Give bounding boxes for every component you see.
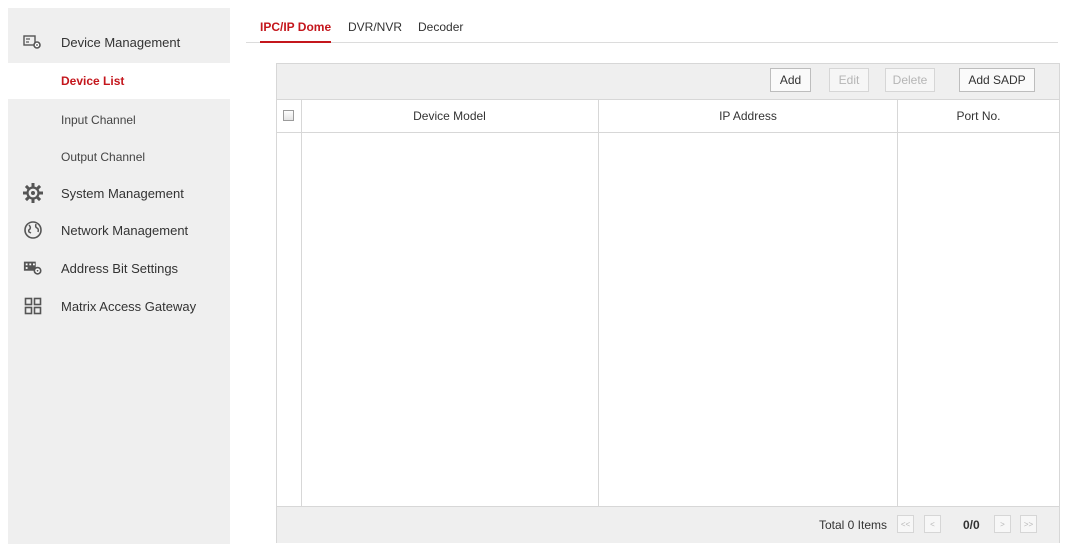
column-ip-address[interactable]: IP Address: [599, 100, 897, 132]
nav-network-management[interactable]: Network Management: [8, 212, 230, 248]
grid-icon: [23, 296, 43, 316]
table-toolbar: Add Edit Delete Add SADP: [277, 64, 1059, 100]
page-indicator: 0/0: [963, 518, 980, 532]
table-header: Device Model IP Address Port No.: [277, 100, 1059, 133]
nav-input-channel[interactable]: Input Channel: [8, 102, 230, 138]
column-divider: [598, 100, 599, 506]
nav-address-bit-settings[interactable]: Address Bit Settings: [8, 250, 230, 286]
delete-button[interactable]: Delete: [885, 68, 935, 92]
first-page-button[interactable]: <<: [897, 515, 914, 533]
device-management-icon: [23, 32, 43, 52]
nav-label: Network Management: [61, 222, 189, 238]
nav-device-management[interactable]: Device Management: [8, 24, 230, 60]
tab-decoder[interactable]: Decoder: [418, 20, 463, 43]
nav-matrix-access-gateway[interactable]: Matrix Access Gateway: [8, 288, 230, 324]
edit-button[interactable]: Edit: [829, 68, 869, 92]
select-all-checkbox[interactable]: [283, 110, 294, 121]
column-divider: [301, 100, 302, 506]
tab-dvr-nvr[interactable]: DVR/NVR: [348, 20, 402, 43]
nav-system-management[interactable]: System Management: [8, 175, 230, 211]
nav-label: Device Management: [61, 34, 181, 50]
device-table: Add Edit Delete Add SADP Device Model IP…: [276, 63, 1060, 543]
column-device-model[interactable]: Device Model: [301, 100, 598, 132]
gear-icon: [23, 183, 43, 203]
sidebar: Device Management Device List Input Chan…: [8, 8, 230, 544]
column-port-no[interactable]: Port No.: [898, 100, 1059, 132]
nav-label: Address Bit Settings: [61, 260, 179, 276]
prev-page-button[interactable]: <: [924, 515, 941, 533]
nav-label: Output Channel: [61, 150, 146, 164]
address-bit-icon: [23, 258, 43, 278]
nav-label: System Management: [61, 185, 184, 201]
column-divider: [897, 100, 898, 506]
add-sadp-button[interactable]: Add SADP: [959, 68, 1035, 92]
nav-label: Input Channel: [61, 113, 136, 127]
globe-icon: [23, 220, 43, 240]
nav-device-list[interactable]: Device List: [8, 63, 230, 99]
total-items: Total 0 Items: [818, 518, 887, 532]
add-button[interactable]: Add: [770, 68, 811, 92]
tab-bar: IPC/IP Dome DVR/NVR Decoder: [246, 14, 1058, 43]
next-page-button[interactable]: >: [994, 515, 1011, 533]
nav-label: Device List: [61, 74, 125, 88]
tab-ipc-ip-dome[interactable]: IPC/IP Dome: [260, 20, 332, 43]
last-page-button[interactable]: >>: [1020, 515, 1037, 533]
nav-label: Matrix Access Gateway: [61, 298, 197, 314]
nav-output-channel[interactable]: Output Channel: [8, 139, 230, 175]
table-footer: Total 0 Items << < 0/0 > >>: [277, 506, 1059, 543]
